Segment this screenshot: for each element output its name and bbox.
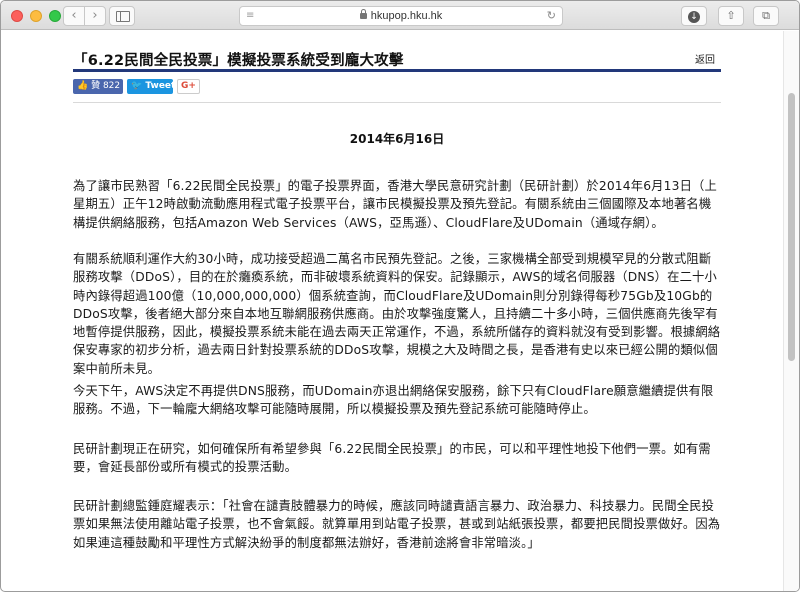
article-paragraph: 民研計劃總監鍾庭耀表示：「社會在譴責肢體暴力的時候，應該同時譴責語言暴力、政治暴… bbox=[73, 499, 721, 550]
page-title: 「6.22民間全民投票」模擬投票系統受到龐大攻擊 bbox=[73, 53, 404, 69]
twitter-bird-icon: 🐦 bbox=[131, 81, 143, 91]
share-icon: ⇧ bbox=[726, 9, 736, 22]
facebook-like-button[interactable]: 👍 贊 822 bbox=[73, 79, 123, 94]
tabs-icon: ⧉ bbox=[762, 9, 770, 22]
social-divider bbox=[73, 102, 721, 103]
browser-window: ‹ › ≡ hkupop.hku.hk ↻ ↓ ⇧ ⧉ 「6.22民間全民投票」… bbox=[0, 0, 800, 592]
download-icon: ↓ bbox=[688, 11, 700, 23]
google-plus-button[interactable]: G+ bbox=[177, 79, 200, 94]
article-date: 2014年6月16日 bbox=[349, 132, 445, 146]
article-paragraph: 有關系統順利運作大約30小時，成功接受超過二萬名市民預先登記。之後，三家機構全部… bbox=[73, 252, 721, 376]
sidebar-toggle-button[interactable] bbox=[109, 6, 135, 26]
reload-icon[interactable]: ↻ bbox=[547, 9, 556, 23]
forward-button[interactable]: › bbox=[84, 6, 106, 26]
tweet-button[interactable]: 🐦 Tweet bbox=[127, 79, 176, 94]
chevron-left-icon: ‹ bbox=[71, 8, 77, 23]
address-bar[interactable]: ≡ hkupop.hku.hk ↻ bbox=[239, 6, 563, 26]
downloads-button[interactable]: ↓ bbox=[681, 6, 707, 26]
share-button[interactable]: ⇧ bbox=[718, 6, 744, 26]
tabs-overview-button[interactable]: ⧉ bbox=[753, 6, 779, 26]
vertical-scrollbar[interactable] bbox=[783, 31, 799, 591]
facebook-like-label: 贊 822 bbox=[91, 81, 121, 91]
article-paragraph: 民研計劃現正在研究，如何確保所有希望參與「6.22民間全民投票」的市民，可以和平… bbox=[73, 442, 711, 475]
tweet-label: Tweet bbox=[145, 81, 176, 91]
close-window-button[interactable] bbox=[11, 10, 23, 22]
article-paragraph: 為了讓市民熟習「6.22民間全民投票」的電子投票界面，香港大學民意研究計劃（民研… bbox=[73, 179, 717, 230]
zoom-window-button[interactable] bbox=[49, 10, 61, 22]
thumbs-up-icon: 👍 bbox=[77, 81, 89, 91]
title-divider bbox=[73, 69, 721, 72]
scrollbar-thumb[interactable] bbox=[788, 93, 795, 361]
minimize-window-button[interactable] bbox=[30, 10, 42, 22]
browser-toolbar: ‹ › ≡ hkupop.hku.hk ↻ ↓ ⇧ ⧉ bbox=[1, 1, 799, 30]
chevron-right-icon: › bbox=[92, 8, 98, 23]
lock-icon bbox=[359, 9, 367, 19]
back-button[interactable]: ‹ bbox=[63, 6, 85, 26]
back-link[interactable]: 返回 bbox=[695, 51, 715, 66]
article-paragraph: 今天下午，AWS決定不再提供DNS服務，而UDomain亦退出網絡保安服務，餘下… bbox=[73, 384, 714, 417]
url-text: hkupop.hku.hk bbox=[370, 10, 443, 22]
